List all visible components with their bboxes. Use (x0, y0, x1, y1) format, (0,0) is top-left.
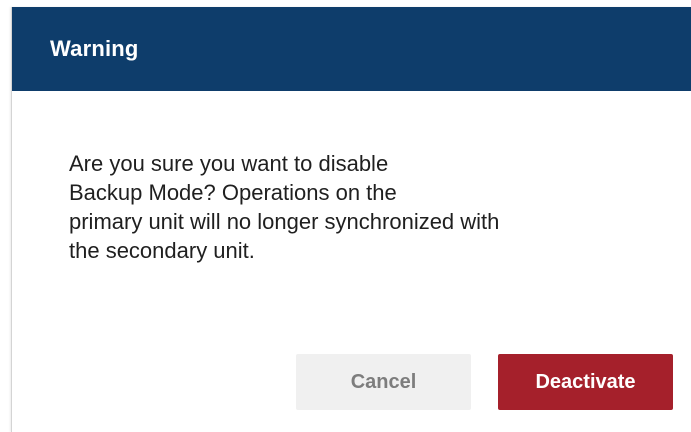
deactivate-button[interactable]: Deactivate (498, 354, 673, 410)
dialog-message-line: Are you sure you want to disable (69, 151, 389, 176)
dialog-message-line: Backup Mode? Operations on the (69, 180, 397, 205)
dialog-message: Are you sure you want to disable Backup … (69, 149, 669, 265)
dialog-header: Warning (12, 7, 691, 91)
dialog-body: Are you sure you want to disable Backup … (12, 91, 691, 265)
warning-dialog: Warning Are you sure you want to disable… (11, 7, 691, 432)
cancel-button[interactable]: Cancel (296, 354, 471, 410)
dialog-message-line: the secondary unit. (69, 238, 255, 263)
dialog-title: Warning (50, 36, 139, 61)
dialog-actions: Cancel Deactivate (296, 354, 673, 410)
dialog-message-line: primary unit will no longer synchronized… (69, 209, 500, 234)
